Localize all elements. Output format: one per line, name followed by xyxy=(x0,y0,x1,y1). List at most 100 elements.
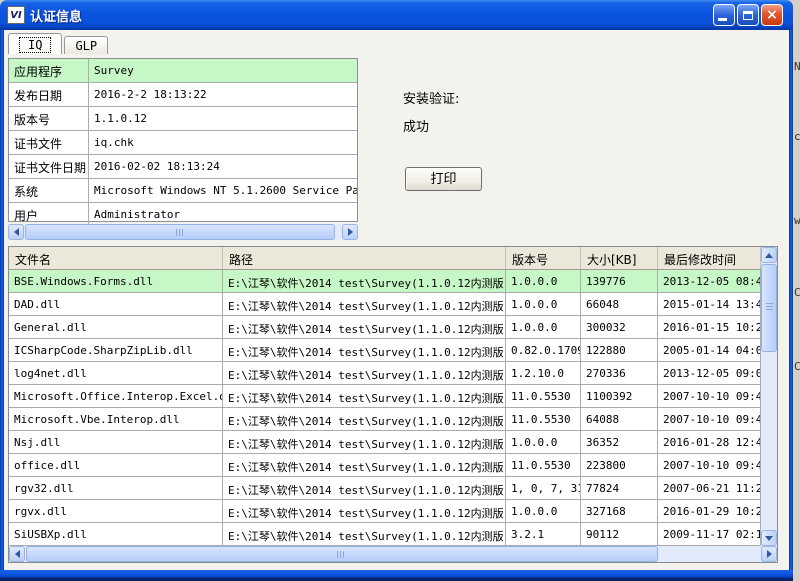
table-row[interactable]: Microsoft.Vbe.Interop.dllE:\江琴\软件\2014 t… xyxy=(9,408,761,431)
info-row: 证书文件日期2016-02-02 18:13:24 xyxy=(9,155,357,179)
info-row: 发布日期2016-2-2 18:13:22 xyxy=(9,83,357,107)
titlebar[interactable]: VI 认证信息 × xyxy=(0,0,793,30)
cell-path: E:\江琴\软件\2014 test\Survey(1.1.0.12内测版) xyxy=(223,523,506,545)
tabstrip: IQ GLP xyxy=(8,32,110,54)
info-row-label: 应用程序 xyxy=(9,59,89,82)
column-header[interactable]: 文件名 xyxy=(9,247,223,269)
info-row: 证书文件iq.chk xyxy=(9,131,357,155)
cell-path: E:\江琴\软件\2014 test\Survey(1.1.0.12内测版) xyxy=(223,477,506,499)
cell-version: 0.82.0.1709 xyxy=(506,339,581,361)
info-row-value: 2016-02-02 18:13:24 xyxy=(89,155,357,178)
cell-modified: 2015-01-14 13:49 xyxy=(658,293,761,315)
cell-name: office.dll xyxy=(9,454,223,476)
cell-name: rgvx.dll xyxy=(9,500,223,522)
cell-size: 77824 xyxy=(581,477,658,499)
info-row: 用户Administrator xyxy=(9,203,357,226)
print-button[interactable]: 打印 xyxy=(405,167,482,191)
cell-path: E:\江琴\软件\2014 test\Survey(1.1.0.12内测版) xyxy=(223,408,506,430)
cell-path: E:\江琴\软件\2014 test\Survey(1.1.0.12内测版) xyxy=(223,431,506,453)
cell-modified: 2007-06-21 11:24 xyxy=(658,477,761,499)
table-row[interactable]: SiUSBXp.dllE:\江琴\软件\2014 test\Survey(1.1… xyxy=(9,523,761,546)
column-header[interactable]: 最后修改时间 xyxy=(658,247,761,269)
scroll-down-button[interactable] xyxy=(761,530,777,546)
maximize-button[interactable] xyxy=(737,4,759,26)
cell-version: 11.0.5530 xyxy=(506,408,581,430)
info-row-value: 2016-2-2 18:13:22 xyxy=(89,83,357,106)
cell-size: 1100392 xyxy=(581,385,658,407)
cell-size: 139776 xyxy=(581,270,658,292)
cell-path: E:\江琴\软件\2014 test\Survey(1.1.0.12内测版) xyxy=(223,339,506,361)
info-row: 版本号1.1.0.12 xyxy=(9,107,357,131)
table-row[interactable]: rgv32.dllE:\江琴\软件\2014 test\Survey(1.1.0… xyxy=(9,477,761,500)
install-verify-label: 安装验证: xyxy=(403,88,459,107)
file-table-vscrollbar-thumb[interactable] xyxy=(761,264,777,352)
file-table-vscrollbar[interactable] xyxy=(761,247,777,546)
cell-size: 223800 xyxy=(581,454,658,476)
cell-modified: 2005-01-14 04:03 xyxy=(658,339,761,361)
cell-version: 1, 0, 7, 316 xyxy=(506,477,581,499)
file-table-header: 文件名路径版本号大小[KB]最后修改时间 xyxy=(9,247,761,270)
close-button[interactable]: × xyxy=(761,4,783,26)
table-row[interactable]: rgvx.dllE:\江琴\软件\2014 test\Survey(1.1.0.… xyxy=(9,500,761,523)
tab-iq[interactable]: IQ xyxy=(8,33,62,54)
cell-name: SiUSBXp.dll xyxy=(9,523,223,545)
info-row-label: 证书文件 xyxy=(9,131,89,154)
cell-name: rgv32.dll xyxy=(9,477,223,499)
info-row-value: 1.1.0.12 xyxy=(89,107,357,130)
cell-size: 90112 xyxy=(581,523,658,545)
table-row[interactable]: General.dllE:\江琴\软件\2014 test\Survey(1.1… xyxy=(9,316,761,339)
desktop-text-fragment: Ct xyxy=(794,360,800,373)
info-row: 应用程序Survey xyxy=(9,59,357,83)
tab-glp-label: GLP xyxy=(75,39,97,53)
cell-path: E:\江琴\软件\2014 test\Survey(1.1.0.12内测版) xyxy=(223,362,506,384)
table-row[interactable]: office.dllE:\江琴\软件\2014 test\Survey(1.1.… xyxy=(9,454,761,477)
scroll-left-button[interactable] xyxy=(8,224,24,240)
scroll-left-button[interactable] xyxy=(9,546,25,562)
column-header[interactable]: 版本号 xyxy=(506,247,581,269)
maximize-icon xyxy=(743,11,753,20)
column-header[interactable]: 路径 xyxy=(223,247,506,269)
form-hscrollbar-thumb[interactable] xyxy=(25,224,335,240)
scroll-up-button[interactable] xyxy=(761,247,777,263)
table-row[interactable]: DAD.dllE:\江琴\软件\2014 test\Survey(1.1.0.1… xyxy=(9,293,761,316)
minimize-button[interactable] xyxy=(713,4,735,26)
cell-version: 11.0.5530 xyxy=(506,454,581,476)
scroll-left-icon xyxy=(14,228,19,236)
table-row[interactable]: Nsj.dllE:\江琴\软件\2014 test\Survey(1.1.0.1… xyxy=(9,431,761,454)
cell-version: 1.0.0.0 xyxy=(506,500,581,522)
cell-version: 1.2.10.0 xyxy=(506,362,581,384)
desktop-text-fragment: N xyxy=(794,60,800,73)
certification-info-table: 应用程序Survey发布日期2016-2-2 18:13:22版本号1.1.0.… xyxy=(8,58,358,222)
cell-version: 1.0.0.0 xyxy=(506,270,581,292)
scroll-left-icon xyxy=(15,550,20,558)
cell-name: log4net.dll xyxy=(9,362,223,384)
client-area: IQ GLP 应用程序Survey发布日期2016-2-2 18:13:22版本… xyxy=(4,30,789,570)
table-row[interactable]: BSE.Windows.Forms.dllE:\江琴\软件\2014 test\… xyxy=(9,270,761,293)
form-hscrollbar[interactable] xyxy=(8,224,358,240)
cell-modified: 2013-12-05 08:49 xyxy=(658,270,761,292)
scroll-right-button[interactable] xyxy=(761,546,777,562)
info-row-value: iq.chk xyxy=(89,131,357,154)
cell-modified: 2009-11-17 02:13 xyxy=(658,523,761,545)
table-row[interactable]: Microsoft.Office.Interop.Excel.dllE:\江琴\… xyxy=(9,385,761,408)
cell-path: E:\江琴\软件\2014 test\Survey(1.1.0.12内测版) xyxy=(223,500,506,522)
table-row[interactable]: ICSharpCode.SharpZipLib.dllE:\江琴\软件\2014… xyxy=(9,339,761,362)
file-table-hscrollbar-thumb[interactable] xyxy=(26,546,658,562)
cell-name: ICSharpCode.SharpZipLib.dll xyxy=(9,339,223,361)
cell-size: 36352 xyxy=(581,431,658,453)
app-icon: VI xyxy=(7,6,25,24)
scroll-right-button[interactable] xyxy=(342,224,358,240)
table-row[interactable]: log4net.dllE:\江琴\软件\2014 test\Survey(1.1… xyxy=(9,362,761,385)
cell-version: 1.0.0.0 xyxy=(506,293,581,315)
close-icon: × xyxy=(766,8,778,22)
cell-modified: 2016-01-28 12:42 xyxy=(658,431,761,453)
cell-name: Nsj.dll xyxy=(9,431,223,453)
cell-path: E:\江琴\软件\2014 test\Survey(1.1.0.12内测版) xyxy=(223,316,506,338)
column-header[interactable]: 大小[KB] xyxy=(581,247,658,269)
cell-name: Microsoft.Office.Interop.Excel.dll xyxy=(9,385,223,407)
info-row-value: Survey xyxy=(89,59,357,82)
cell-version: 11.0.5530 xyxy=(506,385,581,407)
tab-glp[interactable]: GLP xyxy=(64,36,108,54)
file-table-hscrollbar[interactable] xyxy=(9,546,777,562)
cell-size: 66048 xyxy=(581,293,658,315)
